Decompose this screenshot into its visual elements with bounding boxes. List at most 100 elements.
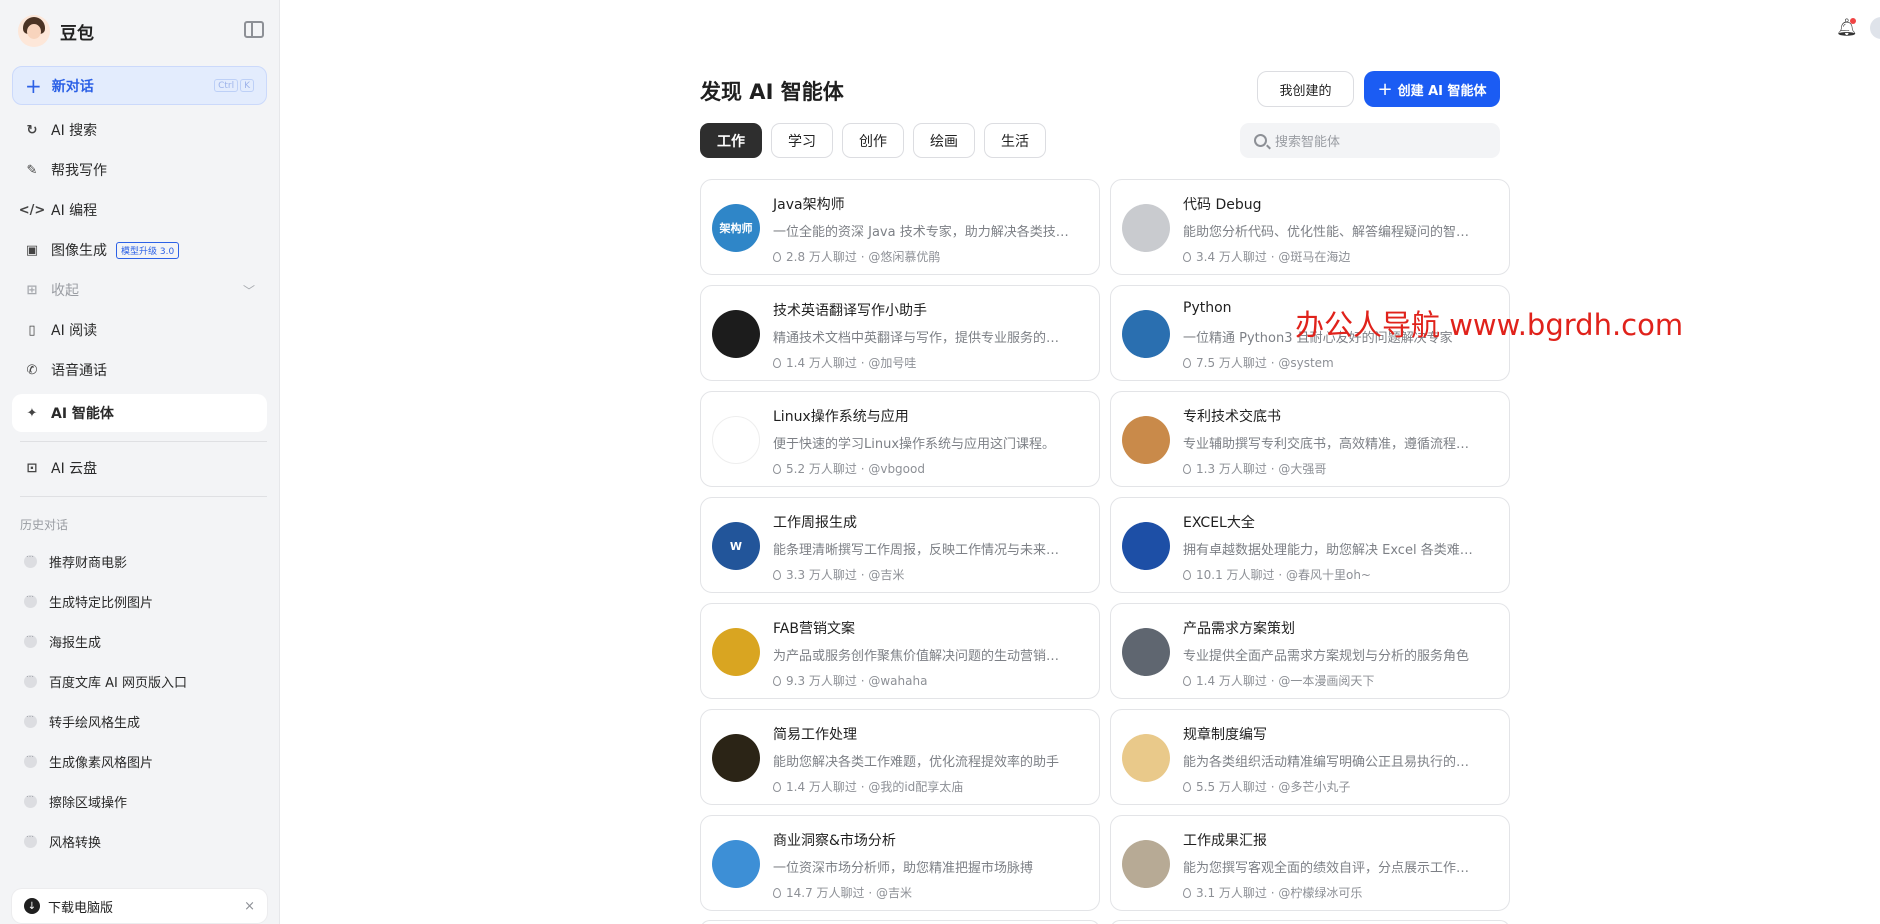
agent-meta: 1.3 万人聊过 · @大强哥 (1183, 460, 1326, 477)
agent-description: 能助您分析代码、优化性能、解答编程疑问的智… (1183, 225, 1470, 240)
agent-card[interactable]: 简易工作处理 能助您解决各类工作难题，优化流程提效率的助手 1.4 万人聊过 · @… (700, 709, 1100, 805)
refresh-search-icon: ↻ (26, 122, 38, 138)
agent-avatar (1122, 416, 1170, 464)
agent-meta-text: 9.3 万人聊过 · @wahaha (786, 674, 928, 688)
tab-drawing[interactable]: 绘画 (913, 123, 975, 158)
nav-collapse[interactable]: ⊞ 收起 ﹀ (12, 271, 267, 309)
agent-meta: 3.3 万人聊过 · @吉米 (773, 566, 904, 583)
phone-icon: ✆ (26, 362, 38, 378)
agent-meta: 10.1 万人聊过 · @春风十里oh~ (1183, 566, 1371, 583)
user-avatar[interactable] (1870, 17, 1880, 39)
fire-icon (773, 252, 781, 262)
agent-meta-text: 3.1 万人聊过 · @柠檬绿冰可乐 (1196, 886, 1363, 900)
history-item[interactable]: 风格转换 (24, 828, 101, 854)
agent-card[interactable]: 架构师 Java架构师 一位全能的资深 Java 技术专家，助力解决各类技… 2.8 … (700, 179, 1100, 275)
agent-card[interactable]: EXCEL大全 拥有卓越数据处理能力，助您解决 Excel 各类难… 10.1 万人… (1110, 497, 1510, 593)
nav-label: AI 智能体 (51, 406, 114, 422)
nav-ai-agents[interactable]: ✦ AI 智能体 (12, 394, 267, 432)
agent-avatar (1122, 840, 1170, 888)
agent-avatar (712, 310, 760, 358)
agent-meta: 3.1 万人聊过 · @柠檬绿冰可乐 (1183, 884, 1362, 901)
shortcut-hint: Ctrl K (214, 79, 254, 92)
create-agent-label: 创建 AI 智能体 (1397, 83, 1487, 99)
tab-create[interactable]: 创作 (842, 123, 904, 158)
nav-label: AI 搜索 (51, 123, 98, 139)
download-desktop-button[interactable]: ↓ 下载电脑版 × (12, 889, 267, 923)
nav-coding[interactable]: </> AI 编程 (12, 191, 267, 229)
agent-card[interactable]: 工作成果汇报 能为您撰写客观全面的绩效自评，分点展示工作… 3.1 万人聊过 · @… (1110, 815, 1510, 911)
sidebar: 豆包 + 新对话 Ctrl K ↻ AI 搜索 ✎ 帮我写作 </> AI 编程… (0, 0, 280, 924)
agent-card-partial[interactable] (700, 920, 1100, 924)
agent-description: 拥有卓越数据处理能力，助您解决 Excel 各类难… (1183, 543, 1473, 558)
agent-avatar: 架构师 (712, 204, 760, 252)
fire-icon (1183, 676, 1191, 686)
agent-description: 便于快速的学习Linux操作系统与应用这门课程。 (773, 437, 1056, 452)
new-chat-button[interactable]: + 新对话 Ctrl K (12, 66, 267, 105)
history-item[interactable]: 海报生成 (24, 628, 101, 654)
chat-bubble-icon (24, 550, 37, 568)
brand[interactable]: 豆包 (18, 14, 94, 48)
history-label: 海报生成 (49, 635, 102, 651)
chevron-down-icon: ﹀ (242, 283, 255, 298)
history-title: 历史对话 (20, 518, 69, 532)
agent-meta-text: 14.7 万人聊过 · @吉米 (786, 886, 912, 900)
agent-description: 一位全能的资深 Java 技术专家，助力解决各类技… (773, 225, 1069, 240)
agent-meta: 5.2 万人聊过 · @vbgood (773, 460, 925, 477)
nav-reading[interactable]: ▯ AI 阅读 (12, 311, 267, 349)
agent-meta-text: 3.3 万人聊过 · @吉米 (786, 568, 905, 582)
nav-writing[interactable]: ✎ 帮我写作 (12, 151, 267, 189)
history-label: 擦除区域操作 (49, 795, 128, 811)
new-chat-label: 新对话 (51, 78, 94, 95)
nav-voice-call[interactable]: ✆ 语音通话 (12, 351, 267, 389)
nav-ai-search[interactable]: ↻ AI 搜索 (12, 111, 267, 149)
agent-avatar (1122, 628, 1170, 676)
agent-card[interactable]: 专利技术交底书 专业辅助撰写专利交底书，高效精准，遵循流程… 1.3 万人聊过 · … (1110, 391, 1510, 487)
nav-image-gen[interactable]: ▣ 图像生成 模型升级 3.0 (12, 231, 267, 269)
fire-icon (1183, 782, 1191, 792)
chat-bubble-icon (24, 710, 37, 728)
agent-title: 技术英语翻译写作小助手 (773, 303, 927, 319)
agent-avatar (1122, 310, 1170, 358)
create-agent-button[interactable]: + 创建 AI 智能体 (1364, 71, 1500, 107)
cloud-folder-icon: ⊡ (26, 460, 38, 476)
agent-card[interactable]: Linux操作系统与应用便于快速的学习Linux操作系统与应用这门课程。 5.2 … (700, 391, 1100, 487)
agent-card[interactable]: 规章制度编写 能为各类组织活动精准编写明确公正且易执行的… 5.5 万人聊过 · @… (1110, 709, 1510, 805)
sidebar-toggle-icon[interactable] (244, 21, 264, 38)
agent-card[interactable]: 商业洞察&市场分析 一位资深市场分析师，助您精准把握市场脉搏 14.7 万人聊过 ·… (700, 815, 1100, 911)
agent-title: 专利技术交底书 (1183, 409, 1281, 425)
agent-card[interactable]: 产品需求方案策划 专业提供全面产品需求方案规划与分析的服务角色 1.4 万人聊过 ·… (1110, 603, 1510, 699)
agent-avatar: W (712, 522, 760, 570)
history-item[interactable]: 生成特定比例图片 (24, 588, 153, 614)
chat-bubble-icon (24, 830, 37, 848)
nav-cloud-drive[interactable]: ⊡ AI 云盘 (12, 449, 267, 487)
search-icon (1254, 134, 1267, 147)
agent-card[interactable]: W 工作周报生成 能条理清晰撰写工作周报，反映工作情况与未来… 3.3 万人聊过 · … (700, 497, 1100, 593)
close-icon[interactable]: × (244, 899, 255, 914)
agent-meta: 1.4 万人聊过 · @我的id配享太庙 (773, 778, 963, 795)
brand-name: 豆包 (60, 23, 94, 44)
my-created-button[interactable]: 我创建的 (1257, 71, 1354, 107)
tab-study[interactable]: 学习 (771, 123, 833, 158)
model-upgrade-badge: 模型升级 3.0 (116, 241, 180, 259)
download-icon: ↓ (24, 898, 40, 914)
search-placeholder: 搜索智能体 (1275, 135, 1341, 150)
history-item[interactable]: 转手绘风格生成 (24, 708, 140, 734)
agent-title: 工作成果汇报 (1183, 833, 1267, 849)
agent-card[interactable]: 技术英语翻译写作小助手 精通技术文档中英翻译与写作，提供专业服务的… 1.4 万人聊… (700, 285, 1100, 381)
history-item[interactable]: 推荐财商电影 (24, 548, 127, 574)
agent-meta: 2.8 万人聊过 · @悠闲慕优鹃 (773, 248, 940, 265)
history-item[interactable]: 生成像素风格图片 (24, 748, 153, 774)
agent-description: 精通技术文档中英翻译与写作，提供专业服务的… (773, 331, 1060, 346)
tab-work[interactable]: 工作 (700, 123, 762, 158)
search-input[interactable]: 搜索智能体 (1240, 123, 1500, 158)
agent-card[interactable]: FAB营销文案 为产品或服务创作聚焦价值解决问题的生动营销… 9.3 万人聊过 · … (700, 603, 1100, 699)
image-icon: ▣ (25, 242, 39, 258)
agent-title: Linux操作系统与应用 (773, 409, 909, 425)
chat-bubble-icon (24, 790, 37, 808)
tab-life[interactable]: 生活 (984, 123, 1046, 158)
agent-meta-text: 1.3 万人聊过 · @大强哥 (1196, 462, 1327, 476)
agent-card[interactable]: 代码 Debug 能助您分析代码、优化性能、解答编程疑问的智… 3.4 万人聊过 ·… (1110, 179, 1510, 275)
history-item[interactable]: 百度文库 AI 网页版入口 (24, 668, 187, 694)
history-item[interactable]: 擦除区域操作 (24, 788, 127, 814)
agent-card-partial[interactable] (1110, 920, 1510, 924)
